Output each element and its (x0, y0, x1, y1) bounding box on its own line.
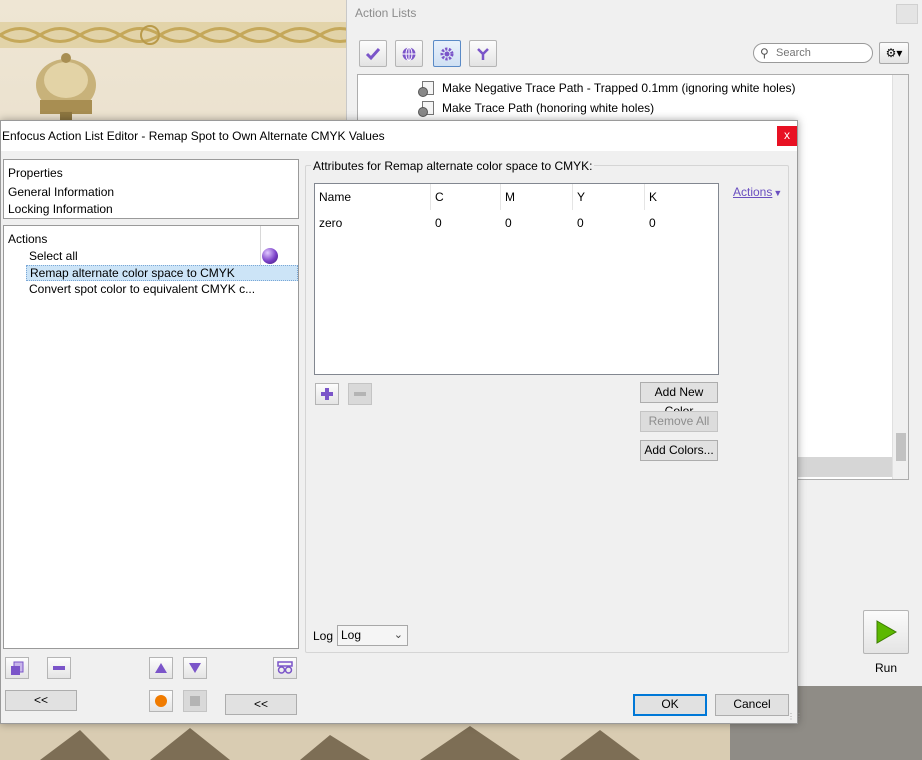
move-down-button[interactable] (183, 657, 207, 679)
glasses-icon (277, 661, 293, 674)
column-header-c[interactable]: C (431, 184, 501, 210)
gear-dropdown-icon: ⚙▾ (885, 46, 903, 60)
table-cell-m[interactable]: 0 (501, 212, 512, 234)
table-cell-c[interactable]: 0 (431, 212, 442, 234)
actions-panel: Actions Select all Remap alternate color… (3, 225, 299, 649)
list-item-label: Make Negative Trace Path - Trapped 0.1mm… (442, 81, 796, 95)
arrow-down-icon (189, 663, 201, 673)
properties-panel: Properties General Information Locking I… (3, 159, 299, 219)
dialog-title: Enfocus Action List Editor - Remap Spot … (2, 129, 385, 143)
checkmark-icon (365, 47, 381, 60)
column-header-k[interactable]: K (645, 184, 718, 210)
actions-link-label: Actions (733, 185, 773, 199)
dialog-titlebar[interactable]: Enfocus Action List Editor - Remap Spot … (1, 121, 797, 151)
caret-down-icon: ▼ (773, 188, 783, 198)
list-item[interactable]: Make Trace Path (honoring white holes) (418, 99, 655, 117)
attributes-title: Attributes for Remap alternate color spa… (311, 159, 595, 173)
search-icon: ⚲ (760, 46, 769, 60)
gear-toolbar-button[interactable] (433, 40, 461, 67)
merge-arrows-icon (477, 47, 489, 60)
close-button[interactable]: x (777, 126, 797, 146)
table-cell-k[interactable]: 0 (645, 212, 656, 234)
merge-toolbar-button[interactable] (469, 40, 497, 67)
properties-item-general-information[interactable]: General Information (8, 185, 114, 199)
vertical-scrollbar[interactable] (892, 75, 908, 479)
minus-icon (354, 392, 366, 396)
settings-menu-button[interactable]: ⚙▾ (879, 42, 909, 64)
cancel-button[interactable]: Cancel (715, 694, 789, 716)
color-table[interactable]: Name C M Y K zero 0 0 0 0 (314, 183, 719, 375)
actions-menu-link[interactable]: Actions▼ (733, 185, 782, 199)
remove-all-button[interactable]: Remove All (640, 411, 718, 432)
action-list-editor-dialog: Enfocus Action List Editor - Remap Spot … (0, 120, 803, 724)
add-colors-button[interactable]: Add Colors... (640, 440, 718, 461)
search-input[interactable] (776, 46, 866, 60)
add-action-button[interactable] (5, 657, 29, 679)
column-header-name[interactable]: Name (315, 184, 431, 210)
list-item[interactable]: Make Negative Trace Path - Trapped 0.1mm… (418, 79, 796, 97)
record-icon (155, 695, 167, 707)
add-action-icon (11, 661, 24, 675)
column-header-y[interactable]: Y (573, 184, 645, 210)
remove-color-button[interactable] (348, 383, 372, 405)
action-list-document-icon (418, 101, 434, 117)
log-select-value: Log (341, 628, 362, 642)
action-lists-close-button[interactable] (896, 4, 918, 24)
plus-icon (321, 388, 333, 400)
search-field[interactable]: ⚲ (753, 43, 873, 63)
action-item-remap-alternate[interactable]: Remap alternate color space to CMYK (26, 265, 298, 281)
resize-grip-icon[interactable]: ⋮⋮ (787, 713, 803, 723)
play-icon (876, 620, 897, 644)
check-toolbar-button[interactable] (359, 40, 387, 67)
sphere-icon (262, 248, 278, 264)
collapse-left-button[interactable]: << (5, 690, 77, 711)
properties-header: Properties (8, 166, 63, 180)
action-lists-title: Action Lists (355, 6, 417, 20)
stop-button[interactable] (183, 690, 207, 712)
collapse-right-button[interactable]: << (225, 694, 297, 715)
record-button[interactable] (149, 690, 173, 712)
action-item-select-all[interactable]: Select all (26, 249, 298, 265)
list-item-label: Make Trace Path (honoring white holes) (442, 101, 655, 115)
run-button[interactable] (863, 610, 909, 654)
add-new-color-button[interactable]: Add New Color (640, 382, 718, 418)
properties-item-locking-information[interactable]: Locking Information (8, 202, 113, 216)
table-cell-y[interactable]: 0 (573, 212, 584, 234)
minus-icon (53, 666, 65, 670)
log-select[interactable]: Log ⌄ (337, 625, 408, 646)
add-color-button[interactable] (315, 383, 339, 405)
gear-icon (440, 47, 454, 60)
scrollbar-thumb[interactable] (896, 433, 906, 461)
log-label: Log (313, 629, 334, 643)
run-label: Run (875, 661, 898, 675)
preview-button[interactable] (273, 657, 297, 679)
ok-button[interactable]: OK (633, 694, 707, 716)
column-header-m[interactable]: M (501, 184, 573, 210)
chevron-down-icon: ⌄ (393, 629, 403, 641)
globe-icon (402, 46, 416, 61)
globe-toolbar-button[interactable] (395, 40, 423, 67)
horizontal-scrollbar[interactable] (798, 457, 892, 477)
stop-icon (190, 696, 200, 706)
table-cell-name[interactable]: zero (315, 212, 342, 234)
action-list-document-icon (418, 81, 434, 97)
move-up-button[interactable] (149, 657, 173, 679)
action-item-convert-spot[interactable]: Convert spot color to equivalent CMYK c.… (26, 282, 298, 298)
arrow-up-icon (155, 663, 167, 673)
remove-action-button[interactable] (47, 657, 71, 679)
actions-header: Actions (8, 232, 48, 246)
